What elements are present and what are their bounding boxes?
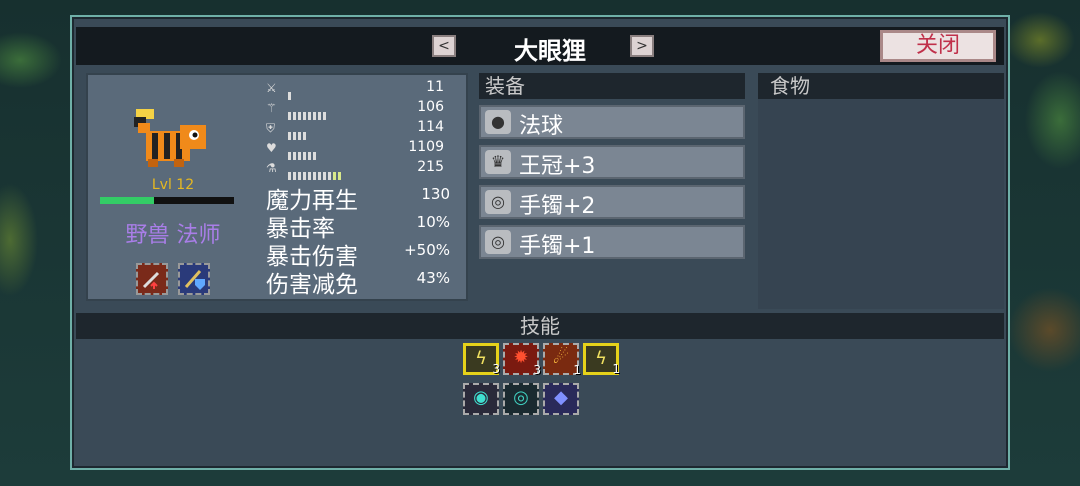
attribute-value: 10%	[416, 213, 450, 231]
bracelet-icon: ◎	[485, 230, 511, 254]
heart-icon: ♥	[266, 141, 277, 155]
orb-icon: ●	[485, 110, 511, 134]
skill-count: 1	[612, 362, 620, 376]
skill-count: 1	[573, 363, 581, 377]
next-character-button[interactable]: >	[630, 35, 654, 57]
potion-icon: ⚗	[266, 161, 277, 175]
food-slot-area	[758, 99, 1004, 309]
equipment-slot[interactable]: ◎ 手镯+2	[479, 185, 745, 219]
skill-glyph: ☄	[552, 347, 570, 368]
close-button[interactable]: 关闭	[880, 30, 996, 62]
equipment-name: 手镯+1	[519, 234, 596, 259]
stat-value: 215	[417, 159, 444, 175]
stat-row: ♥ 1109	[266, 139, 462, 160]
skills-header: 技能	[76, 313, 1004, 339]
class-label: 野兽 法师	[125, 223, 221, 248]
equipment-name: 王冠+3	[519, 154, 596, 179]
stat-value: 106	[417, 99, 444, 115]
equipment-name: 手镯+2	[519, 194, 596, 219]
skill-count: 3	[533, 363, 541, 377]
level-progress-bar	[100, 197, 234, 204]
thunder-icon[interactable]: ϟ1	[583, 343, 620, 376]
sword-icon: ⚔	[266, 81, 277, 95]
attribute-value: 43%	[416, 269, 450, 287]
attribute-value: 130	[421, 185, 450, 203]
fire-burst-icon[interactable]: ✹ 3	[503, 343, 541, 377]
stat-bar	[288, 85, 293, 100]
stat-value: 114	[417, 119, 444, 135]
equipment-slot[interactable]: ♛ 王冠+3	[479, 145, 745, 179]
attribute-row: 伤害减免 43%	[266, 265, 462, 298]
level-progress-fill	[100, 197, 154, 204]
staff-icon: ⚚	[266, 101, 277, 115]
raccoon-portrait-icon	[134, 109, 206, 167]
character-name: 大眼狸	[514, 37, 586, 65]
stat-row: ⛨ 114	[266, 119, 462, 140]
spellbook-icon[interactable]: ◆	[543, 383, 579, 415]
skill-count: 3	[492, 362, 500, 376]
attribute-label: 伤害减免	[266, 272, 358, 298]
bracelet-icon: ◎	[485, 190, 511, 214]
skill-glyph: ✹	[513, 347, 529, 368]
fireball-icon[interactable]: ☄ 1	[543, 343, 581, 377]
stat-bar	[288, 145, 318, 160]
equipment-header: 装备	[479, 73, 745, 99]
prev-character-button[interactable]: <	[432, 35, 456, 57]
lightning-scroll-icon[interactable]: ϟ3	[463, 343, 500, 376]
equipment-slot[interactable]: ◎ 手镯+1	[479, 225, 745, 259]
skill-glyph: ◉	[473, 387, 489, 408]
skill-glyph: ◎	[513, 387, 529, 408]
stat-bar	[288, 105, 328, 120]
equipment-name: 法球	[519, 114, 564, 139]
stat-row: ⚗ 215	[266, 159, 462, 180]
stat-value: 1109	[408, 139, 444, 155]
stat-bar	[288, 165, 343, 180]
stat-row: ⚔ 11	[266, 79, 462, 100]
level-label: Lvl 12	[151, 177, 195, 193]
stat-value: 11	[426, 79, 444, 95]
staff-shield-icon[interactable]	[178, 263, 210, 295]
attack-up-icon[interactable]	[136, 263, 168, 295]
vortex-icon[interactable]: ◎	[503, 383, 539, 415]
stat-row: ⚚ 106	[266, 99, 462, 120]
skill-glyph: ◆	[554, 387, 568, 408]
attribute-row: 暴击伤害 +50%	[266, 237, 462, 270]
food-header: 食物	[758, 73, 1004, 99]
character-card: Lvl 12 野兽 法师 ⚔ 11 ⚚ 106 ⛨ 114 ♥ 1109 ⚗ 215 魔力再生 13…	[86, 73, 468, 301]
character-panel: < 大眼狸 > 关闭 Lvl 12 野兽 法师 ⚔ 11 ⚚ 106 ⛨ 114 ♥ 1109…	[70, 15, 1010, 470]
equipment-slot[interactable]: ● 法球	[479, 105, 745, 139]
crown-icon: ♛	[485, 150, 511, 174]
attribute-value: +50%	[404, 241, 450, 259]
potion-bubble-icon[interactable]: ◉	[463, 383, 499, 415]
attribute-row: 魔力再生 130	[266, 181, 462, 214]
attribute-row: 暴击率 10%	[266, 209, 462, 242]
shield-icon: ⛨	[266, 121, 276, 135]
stat-bar	[288, 125, 308, 140]
